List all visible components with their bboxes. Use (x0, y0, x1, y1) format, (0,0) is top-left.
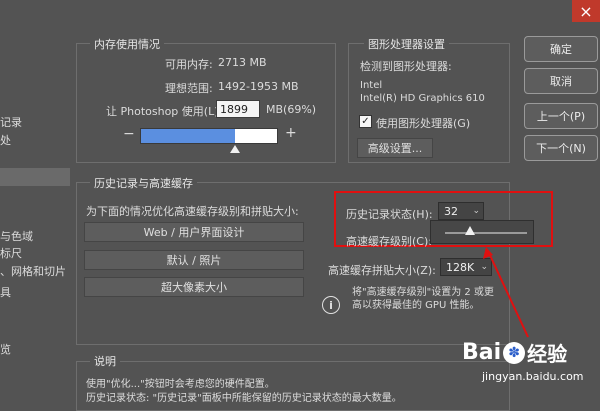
close-glyph: × (579, 1, 593, 21)
ideal-range-label: 理想范围: (165, 82, 213, 95)
watermark: Bai ✽ 经验 jingyan.baidu.com (462, 338, 597, 398)
tile-size-value: 128K (446, 260, 475, 274)
sidebar: 记录 处 与色域 标尺 、网格和切片 具 览 (0, 0, 70, 400)
gpu-legend: 图形处理器设置 (364, 36, 449, 52)
description-legend: 说明 (90, 353, 120, 369)
history-cache-legend: 历史记录与高速缓存 (90, 175, 197, 191)
checkmark-icon: ✓ (361, 116, 370, 127)
paw-icon: ✽ (503, 341, 526, 364)
sidebar-item-grid-slices[interactable]: 、网格和切片 (0, 263, 66, 279)
memory-unit-label: MB(69%) (266, 103, 317, 116)
use-gpu-checkbox[interactable]: ✓ (359, 115, 372, 128)
description-line-1: 使用"优化..."按钮时会考虑您的硬件配置。 (86, 379, 275, 390)
prev-button[interactable]: 上一个(P) (524, 103, 598, 129)
ok-button[interactable]: 确定 (524, 36, 598, 62)
sidebar-item-gamut[interactable]: 与色域 (0, 228, 33, 244)
preset-default-photo-button[interactable]: 默认 / 照片 (84, 250, 304, 270)
watermark-url: jingyan.baidu.com (482, 370, 584, 383)
gpu-detected-label: 检测到图形处理器: (360, 60, 452, 73)
history-states-dropdown[interactable]: 32 ⌄ (438, 202, 484, 220)
gpu-advanced-button[interactable]: 高级设置... (357, 138, 433, 158)
preset-huge-pixel-button[interactable]: 超大像素大小 (84, 277, 304, 297)
cache-levels-popup (430, 220, 534, 244)
history-states-label: 历史记录状态(H): (346, 208, 433, 221)
watermark-brand2-text: 经验 (527, 342, 568, 366)
sidebar-item-rulers[interactable]: 标尺 (0, 245, 22, 261)
cancel-button[interactable]: 取消 (524, 68, 598, 94)
cache-levels-slider-track[interactable] (445, 232, 527, 234)
sidebar-item-preview[interactable]: 览 (0, 341, 11, 357)
watermark-brand-text: Bai (462, 340, 502, 365)
sidebar-item-performance-selected[interactable] (0, 168, 70, 186)
watermark-brand: Bai ✽ 经验 (462, 338, 567, 367)
memory-slider-fill (141, 129, 235, 143)
next-button[interactable]: 下一个(N) (524, 135, 598, 161)
let-photoshop-use-label: 让 Photoshop 使用(L): (106, 105, 223, 118)
sidebar-item-processing[interactable]: 处 (0, 132, 11, 148)
info-icon: i (322, 296, 340, 314)
close-icon[interactable]: × (572, 0, 600, 22)
cache-levels-slider-thumb[interactable] (465, 226, 475, 235)
gpu-model: Intel(R) HD Graphics 610 (360, 93, 485, 104)
memory-usage-input[interactable] (216, 100, 260, 118)
gpu-vendor: Intel (360, 80, 383, 91)
description-line-2: 历史记录状态: "历史记录"面板中所能保留的历史记录状态的最大数量。 (86, 393, 402, 404)
cache-levels-label: 高速缓存级别(C): (346, 235, 432, 248)
use-gpu-label[interactable]: 使用图形处理器(G) (376, 115, 470, 131)
ideal-range-value: 1492-1953 MB (218, 80, 299, 93)
available-memory-value: 2713 MB (218, 56, 267, 69)
memory-minus-icon[interactable]: − (123, 126, 135, 142)
tile-size-label: 高速缓存拼贴大小(Z): (328, 264, 436, 277)
history-states-value: 32 (444, 204, 458, 218)
preset-web-ui-button[interactable]: Web / 用户界面设计 (84, 222, 304, 242)
chevron-down-icon: ⌄ (472, 206, 480, 216)
memory-plus-icon[interactable]: + (285, 125, 297, 141)
memory-legend: 内存使用情况 (90, 36, 164, 52)
optimize-label: 为下面的情况优化高速缓存级别和拼贴大小: (86, 205, 299, 218)
memory-slider-track[interactable] (140, 128, 278, 144)
annotation-arrow (483, 247, 529, 338)
available-memory-label: 可用内存: (165, 58, 213, 71)
sidebar-item-history[interactable]: 记录 (0, 114, 22, 130)
memory-slider-thumb[interactable] (230, 145, 240, 153)
sidebar-item-tools[interactable]: 具 (0, 284, 11, 300)
